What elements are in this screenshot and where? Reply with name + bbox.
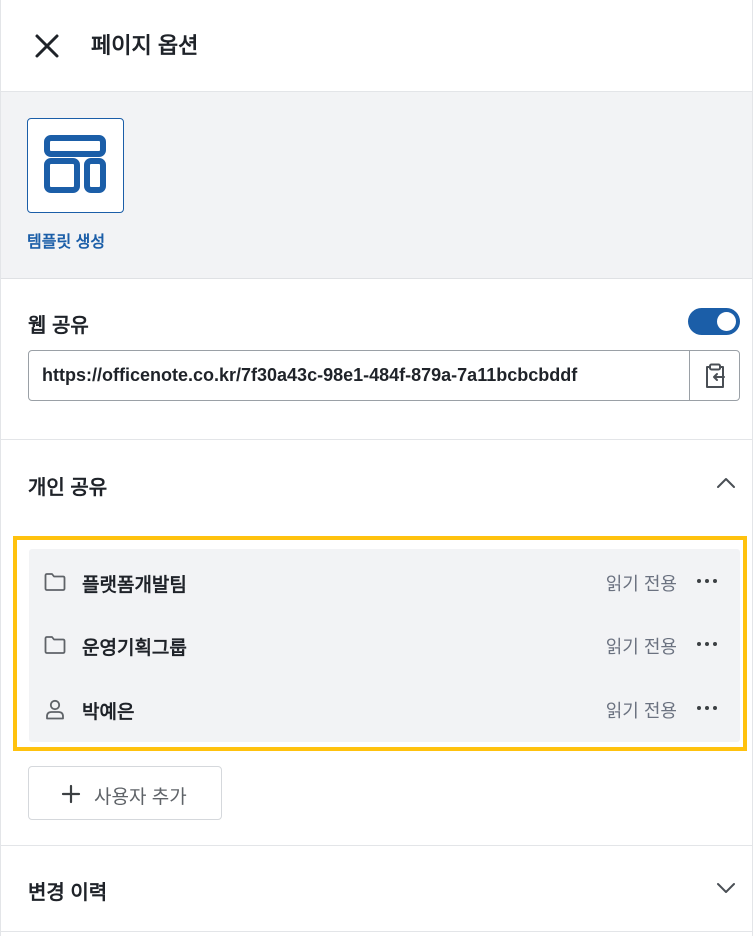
web-share-toggle[interactable] <box>688 308 740 335</box>
create-template-button[interactable] <box>27 118 124 213</box>
history-title: 변경 이력 <box>28 882 108 904</box>
user-icon <box>46 699 64 720</box>
web-share-title: 웹 공유 <box>28 315 89 337</box>
plus-icon <box>61 784 81 804</box>
template-section: 템플릿 생성 <box>1 92 752 279</box>
share-item-name: 플랫폼개발팀 <box>82 575 187 596</box>
page-options-panel: 페이지 옵션 템플릿 생성 웹 공유 https://officenote.co… <box>0 0 753 936</box>
more-horizontal-icon <box>697 706 717 710</box>
personal-share-title: 개인 공유 <box>28 477 108 499</box>
folder-icon <box>44 636 66 654</box>
panel-header: 페이지 옵션 <box>1 0 752 92</box>
create-template-label[interactable]: 템플릿 생성 <box>27 228 105 252</box>
close-button[interactable] <box>31 30 63 62</box>
share-list-item[interactable]: 플랫폼개발팀 읽기 전용 <box>29 550 740 613</box>
add-user-label: 사용자 추가 <box>94 787 187 808</box>
share-url-text[interactable]: https://officenote.co.kr/7f30a43c-98e1-4… <box>42 351 577 400</box>
panel-title: 페이지 옵션 <box>91 33 199 58</box>
share-item-permission[interactable]: 읽기 전용 <box>606 697 677 723</box>
chevron-down-icon <box>717 883 735 893</box>
personal-share-section: 개인 공유 플랫폼개발팀 읽기 전용 운영기획그룹 읽기 전용 박예은 읽기 전… <box>1 440 752 846</box>
close-icon <box>35 34 59 58</box>
share-list-item[interactable]: 박예은 읽기 전용 <box>29 677 740 740</box>
add-user-button[interactable]: 사용자 추가 <box>28 766 222 820</box>
copy-url-button[interactable] <box>689 351 739 400</box>
share-item-name: 운영기획그룹 <box>82 638 187 659</box>
folder-icon <box>44 573 66 591</box>
personal-share-collapse-button[interactable] <box>713 470 739 496</box>
share-url-field[interactable]: https://officenote.co.kr/7f30a43c-98e1-4… <box>28 350 740 401</box>
share-item-name: 박예은 <box>82 702 135 723</box>
share-item-permission[interactable]: 읽기 전용 <box>606 633 677 659</box>
clipboard-copy-icon <box>705 363 725 388</box>
share-list: 플랫폼개발팀 읽기 전용 운영기획그룹 읽기 전용 박예은 읽기 전용 <box>29 549 740 742</box>
template-icon <box>44 135 106 193</box>
chevron-up-icon <box>717 478 735 488</box>
history-section[interactable]: 변경 이력 <box>1 846 752 932</box>
share-item-permission[interactable]: 읽기 전용 <box>606 570 677 596</box>
more-options-button[interactable] <box>694 695 720 721</box>
more-horizontal-icon <box>697 579 717 583</box>
more-horizontal-icon <box>697 642 717 646</box>
history-expand-button[interactable] <box>713 875 739 901</box>
more-options-button[interactable] <box>694 631 720 657</box>
web-share-section: 웹 공유 https://officenote.co.kr/7f30a43c-9… <box>1 279 752 440</box>
more-options-button[interactable] <box>694 568 720 594</box>
toggle-knob <box>717 312 736 331</box>
share-list-item[interactable]: 운영기획그룹 읽기 전용 <box>29 613 740 676</box>
